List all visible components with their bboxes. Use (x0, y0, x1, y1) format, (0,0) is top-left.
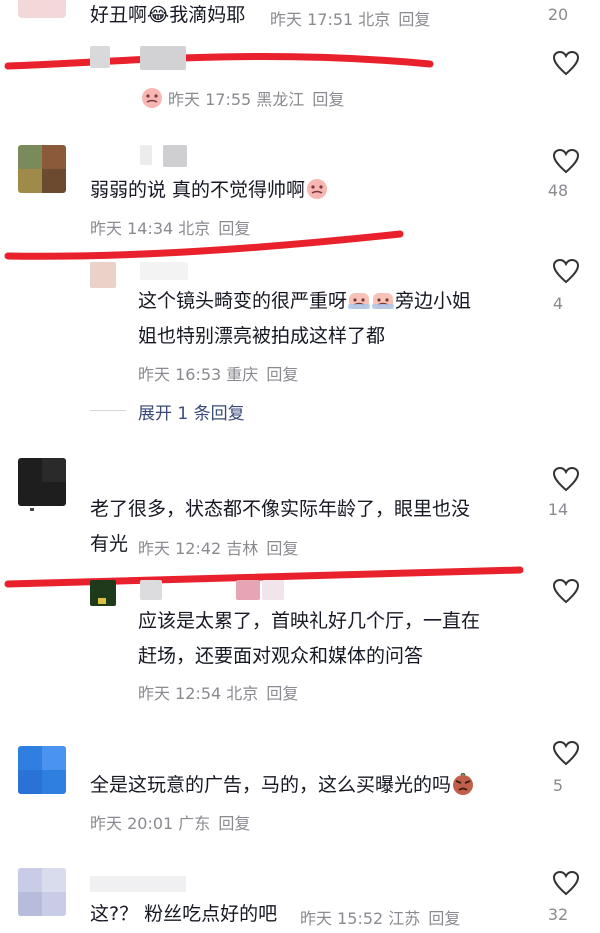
like-heart-icon[interactable] (552, 466, 580, 492)
comment-meta: 昨天 17:51 北京 回复 (270, 10, 431, 29)
crying-face-emoji (372, 293, 395, 309)
blurred-username (163, 145, 187, 167)
like-count: 48 (547, 181, 569, 200)
like-heart-icon[interactable] (552, 258, 580, 284)
reply-button[interactable]: 回复 (428, 909, 460, 928)
blurred-username (140, 262, 188, 280)
blurred-username (262, 580, 284, 600)
comment-text: 姐也特别漂亮被拍成这样了都 (138, 325, 386, 347)
avatar[interactable] (18, 145, 66, 193)
avatar[interactable] (90, 580, 116, 606)
like-count: 4 (552, 294, 564, 313)
comment-meta: 昨天 17:55 黑龙江 回复 (140, 86, 344, 110)
blurred-username (90, 876, 186, 892)
blurred-username (140, 46, 186, 70)
like-heart-icon[interactable] (552, 148, 580, 174)
avatar-mark (30, 508, 34, 511)
comment-text: 这?？ 粉丝吃点好的吧 (90, 903, 278, 925)
like-count: 32 (547, 905, 569, 924)
comment-meta: 昨天 12:54 北京 回复 (138, 684, 299, 703)
comment-text: 弱弱的说 真的不觉得帅啊 (90, 173, 329, 207)
comment-text: 老了很多，状态都不像实际年龄了，眼里也没 (90, 498, 471, 520)
like-count: 20 (547, 5, 569, 24)
crying-face-emoji (142, 88, 162, 108)
reply-button[interactable]: 回复 (266, 684, 298, 703)
like-heart-icon[interactable] (552, 578, 580, 604)
like-heart-icon[interactable] (552, 50, 580, 76)
comment-text: 全是这玩意的广告，马的，这么买曝光的吗 (90, 768, 475, 802)
angry-face-emoji (453, 773, 474, 795)
crying-face-emoji (307, 179, 328, 199)
reply-button[interactable]: 回复 (266, 365, 298, 384)
like-heart-icon[interactable] (552, 870, 580, 896)
divider (90, 410, 126, 411)
blurred-username (140, 580, 162, 600)
blurred-username (140, 145, 152, 165)
comment-text: 赶场，还要面对观众和媒体的问答 (138, 645, 424, 667)
comment-meta: 昨天 16:53 重庆 回复 (138, 365, 299, 384)
crying-face-emoji (348, 293, 371, 309)
like-heart-icon[interactable] (552, 740, 580, 766)
like-count: 5 (552, 776, 564, 795)
avatar[interactable] (18, 0, 66, 18)
reply-button[interactable]: 回复 (312, 90, 344, 109)
avatar[interactable] (18, 458, 66, 506)
comment-text: 好丑啊😂我滴妈耶 (90, 4, 246, 26)
expand-replies-link[interactable]: 展开 1 条回复 (138, 399, 245, 424)
comment-meta: 昨天 20:01 广东 回复 (90, 814, 251, 833)
reply-button[interactable]: 回复 (398, 10, 430, 29)
comment-text: 应该是太累了，首映礼好几个厅，一直在 (138, 610, 481, 632)
blurred-username (90, 46, 110, 68)
like-count: 14 (547, 500, 569, 519)
blurred-username (236, 580, 260, 600)
avatar[interactable] (90, 262, 116, 288)
comment-text: 这个镜头畸变的很严重呀 旁边小姐 (138, 290, 472, 312)
avatar[interactable] (18, 868, 66, 916)
reply-button[interactable]: 回复 (218, 814, 250, 833)
comment-meta: 昨天 15:52 江苏 回复 (300, 909, 461, 928)
avatar[interactable] (18, 746, 66, 794)
